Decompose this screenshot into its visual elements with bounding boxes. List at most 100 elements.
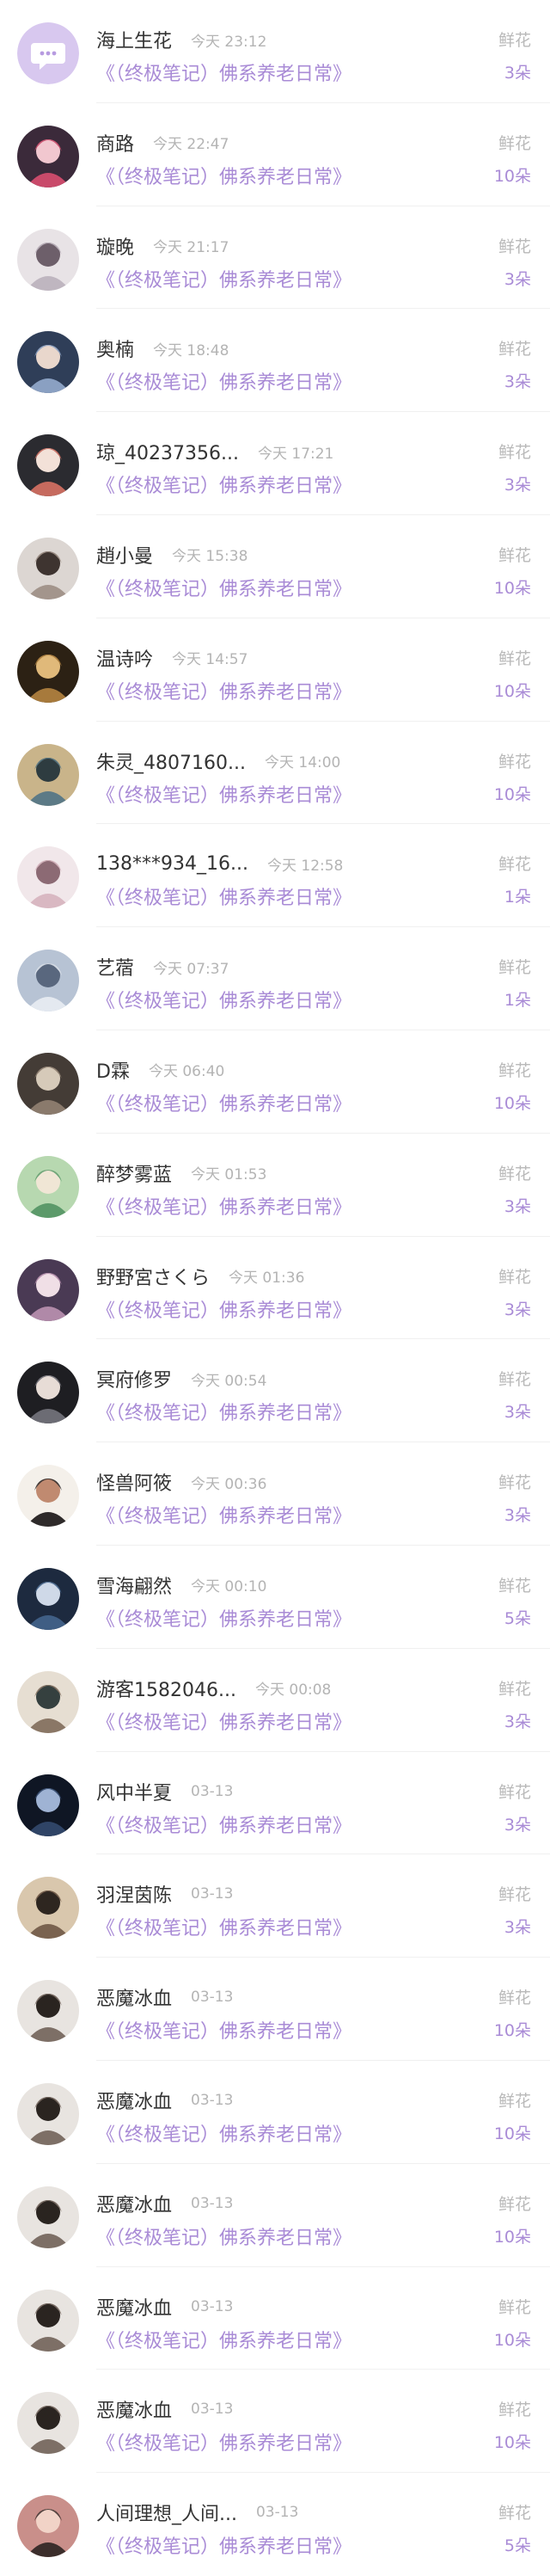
- user-avatar[interactable]: [17, 1670, 79, 1733]
- book-title-link[interactable]: 《（终极笔记）佛系养老日常》: [96, 1707, 351, 1735]
- book-title-link[interactable]: 《（终极笔记）佛系养老日常》: [96, 470, 351, 498]
- book-title-link[interactable]: 《（终极笔记）佛系养老日常》: [96, 367, 351, 395]
- user-name[interactable]: 人间理想_人间...: [96, 2499, 237, 2526]
- gift-record-row[interactable]: 恶魔冰血 03-13 《（终极笔记）佛系养老日常》 鲜花 10朵: [0, 2164, 550, 2267]
- user-name[interactable]: 醉梦雾蓝: [96, 1159, 172, 1187]
- book-title-link[interactable]: 《（终极笔记）佛系养老日常》: [96, 2222, 351, 2250]
- book-title-link[interactable]: 《（终极笔记）佛系养老日常》: [96, 1913, 351, 1940]
- user-avatar[interactable]: [17, 537, 79, 599]
- gift-record-row[interactable]: 温诗吟 今天 14:57 《（终极笔记）佛系养老日常》 鲜花 10朵: [0, 618, 550, 722]
- gift-record-row[interactable]: 人间理想_人间... 03-13 《（终极笔记）佛系养老日常》 鲜花 5朵: [0, 2473, 550, 2576]
- user-name[interactable]: 恶魔冰血: [96, 1983, 172, 2011]
- user-avatar[interactable]: [17, 2392, 79, 2455]
- book-title-link[interactable]: 《（终极笔记）佛系养老日常》: [96, 1501, 351, 1528]
- gift-record-row[interactable]: 璇晚 今天 21:17 《（终极笔记）佛系养老日常》 鲜花 3朵: [0, 206, 550, 310]
- user-avatar[interactable]: [17, 950, 79, 1012]
- gift-record-row[interactable]: 海上生花 今天 23:12 《（终极笔记）佛系养老日常》 鲜花 3朵: [0, 0, 550, 103]
- gift-record-row[interactable]: 雪海翩然 今天 00:10 《（终极笔记）佛系养老日常》 鲜花 5朵: [0, 1546, 550, 1649]
- user-avatar[interactable]: [17, 846, 79, 909]
- user-avatar[interactable]: [17, 2082, 79, 2145]
- user-avatar[interactable]: [17, 640, 79, 703]
- book-title-link[interactable]: 《（终极笔记）佛系养老日常》: [96, 574, 351, 601]
- user-avatar[interactable]: [17, 743, 79, 806]
- user-name[interactable]: 138***934_16...: [96, 853, 248, 875]
- book-title-link[interactable]: 《（终极笔记）佛系养老日常》: [96, 1811, 351, 1838]
- book-title-link[interactable]: 《（终极笔记）佛系养老日常》: [96, 1295, 351, 1323]
- gift-record-row[interactable]: 艺蓿 今天 07:37 《（终极笔记）佛系养老日常》 鲜花 1朵: [0, 927, 550, 1030]
- book-title-link[interactable]: 《（终极笔记）佛系养老日常》: [96, 58, 351, 86]
- book-title-link[interactable]: 《（终极笔记）佛系养老日常》: [96, 265, 351, 292]
- user-name[interactable]: 海上生花: [96, 26, 172, 53]
- user-avatar[interactable]: [17, 1774, 79, 1836]
- gift-record-row[interactable]: 恶魔冰血 03-13 《（终极笔记）佛系养老日常》 鲜花 10朵: [0, 2061, 550, 2164]
- book-title-link[interactable]: 《（终极笔记）佛系养老日常》: [96, 677, 351, 704]
- user-avatar[interactable]: [17, 1465, 79, 1528]
- user-avatar[interactable]: [17, 2495, 79, 2558]
- book-title-link[interactable]: 《（终极笔记）佛系养老日常》: [96, 2016, 351, 2044]
- gift-record-row[interactable]: D霖 今天 06:40 《（终极笔记）佛系养老日常》 鲜花 10朵: [0, 1030, 550, 1134]
- gift-record-row[interactable]: 奥楠 今天 18:48 《（终极笔记）佛系养老日常》 鲜花 3朵: [0, 309, 550, 413]
- gift-record-row[interactable]: 恶魔冰血 03-13 《（终极笔记）佛系养老日常》 鲜花 10朵: [0, 1958, 550, 2061]
- user-avatar[interactable]: [17, 2289, 79, 2352]
- book-title-link[interactable]: 《（终极笔记）佛系养老日常》: [96, 1192, 351, 1220]
- user-avatar[interactable]: [17, 125, 79, 188]
- gift-record-row[interactable]: 琼_40237356... 今天 17:21 《（终极笔记）佛系养老日常》 鲜花 3朵: [0, 412, 550, 515]
- gift-record-row[interactable]: 野野宮さくら 今天 01:36 《（终极笔记）佛系养老日常》 鲜花 3朵: [0, 1237, 550, 1340]
- book-title-link[interactable]: 《（终极笔记）佛系养老日常》: [96, 2428, 351, 2456]
- user-avatar[interactable]: [17, 2186, 79, 2248]
- book-title-link[interactable]: 《（终极笔记）佛系养老日常》: [96, 1398, 351, 1425]
- user-avatar[interactable]: [17, 434, 79, 497]
- gift-record-row[interactable]: 恶魔冰血 03-13 《（终极笔记）佛系养老日常》 鲜花 10朵: [0, 2370, 550, 2474]
- user-name[interactable]: 温诗吟: [96, 644, 153, 672]
- gift-record-row[interactable]: 游客1582046... 今天 00:08 《（终极笔记）佛系养老日常》 鲜花 3朵: [0, 1649, 550, 1752]
- gift-record-row[interactable]: 羽涅茵陈 03-13 《（终极笔记）佛系养老日常》 鲜花 3朵: [0, 1854, 550, 1958]
- user-name[interactable]: 怪兽阿筱: [96, 1468, 172, 1496]
- book-title-link[interactable]: 《（终极笔记）佛系养老日常》: [96, 2326, 351, 2353]
- gift-record-row[interactable]: 朱灵_4807160... 今天 14:00 《（终极笔记）佛系养老日常》 鲜花 10朵: [0, 722, 550, 825]
- book-title-link[interactable]: 《（终极笔记）佛系养老日常》: [96, 780, 351, 808]
- user-name[interactable]: 冥府修罗: [96, 1365, 172, 1393]
- user-name[interactable]: 野野宮さくら: [96, 1263, 210, 1290]
- book-title-link[interactable]: 《（终极笔记）佛系养老日常》: [96, 882, 351, 910]
- gift-record-row[interactable]: 恶魔冰血 03-13 《（终极笔记）佛系养老日常》 鲜花 10朵: [0, 2267, 550, 2370]
- user-avatar[interactable]: [17, 1362, 79, 1424]
- gift-record-row[interactable]: 趙小曼 今天 15:38 《（终极笔记）佛系养老日常》 鲜花 10朵: [0, 515, 550, 618]
- book-title-link[interactable]: 《（终极笔记）佛系养老日常》: [96, 162, 351, 189]
- user-name[interactable]: 恶魔冰血: [96, 2190, 172, 2217]
- book-title-link[interactable]: 《（终极笔记）佛系养老日常》: [96, 2531, 351, 2559]
- book-title-link[interactable]: 《（终极笔记）佛系养老日常》: [96, 1089, 351, 1116]
- user-name[interactable]: 游客1582046...: [96, 1675, 236, 1702]
- user-avatar[interactable]: [17, 1155, 79, 1218]
- user-name[interactable]: 雪海翩然: [96, 1571, 172, 1599]
- user-name[interactable]: 奥楠: [96, 335, 134, 362]
- gift-record-row[interactable]: 怪兽阿筱 今天 00:36 《（终极笔记）佛系养老日常》 鲜花 3朵: [0, 1442, 550, 1546]
- user-avatar[interactable]: [17, 1877, 79, 1940]
- user-name[interactable]: 风中半夏: [96, 1778, 172, 1805]
- book-title-link[interactable]: 《（终极笔记）佛系养老日常》: [96, 1604, 351, 1632]
- user-name[interactable]: 恶魔冰血: [96, 2293, 172, 2321]
- user-name[interactable]: D霖: [96, 1056, 130, 1084]
- user-name[interactable]: 朱灵_4807160...: [96, 747, 246, 775]
- gift-record-row[interactable]: 醉梦雾蓝 今天 01:53 《（终极笔记）佛系养老日常》 鲜花 3朵: [0, 1134, 550, 1237]
- user-name[interactable]: 商路: [96, 129, 134, 157]
- user-name[interactable]: 艺蓿: [96, 953, 134, 981]
- book-title-link[interactable]: 《（终极笔记）佛系养老日常》: [96, 986, 351, 1013]
- user-avatar[interactable]: [17, 1980, 79, 2043]
- user-name[interactable]: 恶魔冰血: [96, 2395, 172, 2423]
- user-name[interactable]: 璇晚: [96, 232, 134, 260]
- user-avatar[interactable]: [17, 1567, 79, 1630]
- user-avatar[interactable]: [17, 1258, 79, 1321]
- user-name[interactable]: 羽涅茵陈: [96, 1880, 172, 1908]
- user-name[interactable]: 琼_40237356...: [96, 438, 239, 465]
- default-avatar-icon[interactable]: [17, 22, 79, 84]
- book-title-link[interactable]: 《（终极笔记）佛系养老日常》: [96, 2119, 351, 2147]
- user-avatar[interactable]: [17, 228, 79, 291]
- gift-record-row[interactable]: 138***934_16... 今天 12:58 《（终极笔记）佛系养老日常》 鲜花 1…: [0, 824, 550, 928]
- gift-record-row[interactable]: 商路 今天 22:47 《（终极笔记）佛系养老日常》 鲜花 10朵: [0, 103, 550, 206]
- user-name[interactable]: 趙小曼: [96, 541, 153, 569]
- user-name[interactable]: 恶魔冰血: [96, 2087, 172, 2114]
- gift-record-row[interactable]: 冥府修罗 今天 00:54 《（终极笔记）佛系养老日常》 鲜花 3朵: [0, 1339, 550, 1443]
- gift-record-row[interactable]: 风中半夏 03-13 《（终极笔记）佛系养老日常》 鲜花 3朵: [0, 1752, 550, 1855]
- user-avatar[interactable]: [17, 1052, 79, 1115]
- user-avatar[interactable]: [17, 331, 79, 394]
